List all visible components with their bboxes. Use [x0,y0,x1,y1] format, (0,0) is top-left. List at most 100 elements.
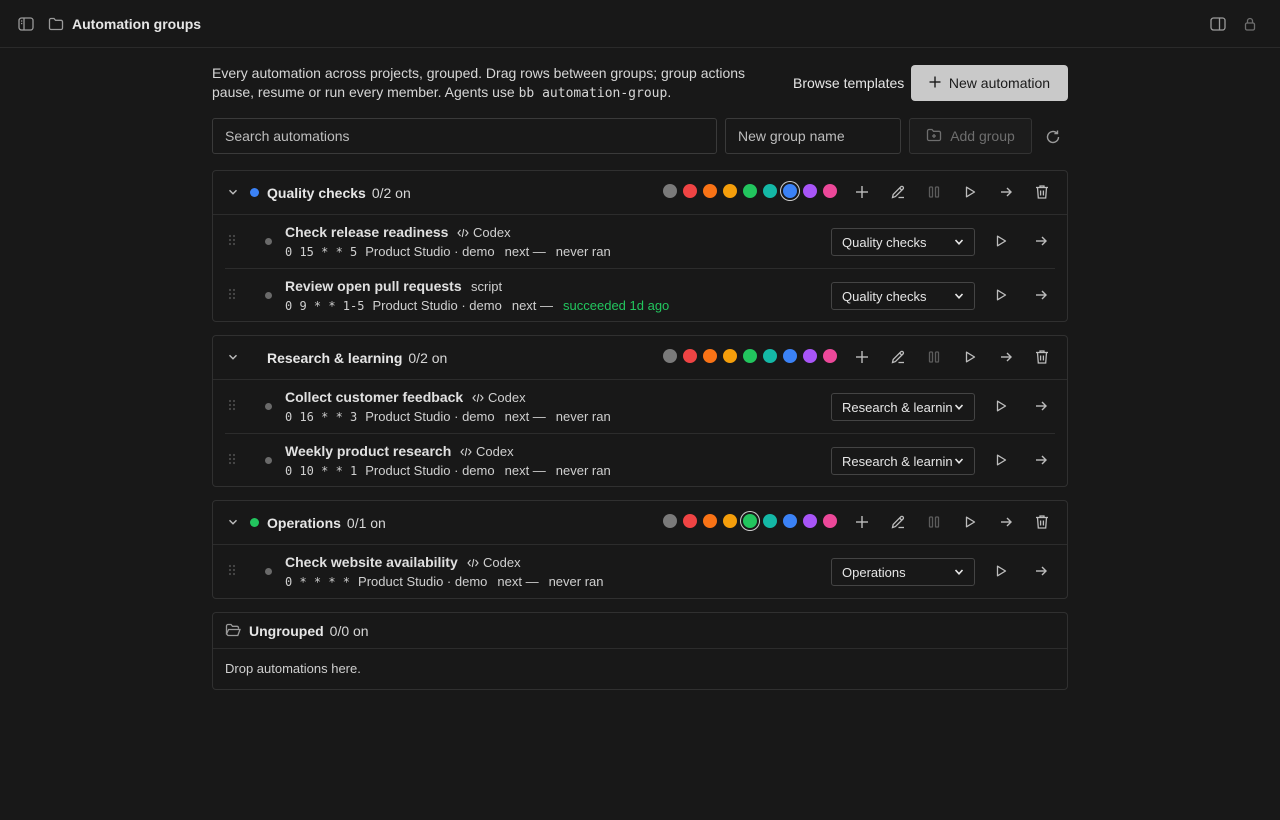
color-swatch[interactable] [803,184,817,198]
group-select[interactable]: Operations [831,558,975,586]
open-arrow-icon[interactable] [997,348,1015,366]
color-swatch[interactable] [703,514,717,528]
color-swatch[interactable] [823,514,837,528]
pause-icon[interactable] [925,183,943,201]
color-swatch[interactable] [743,514,757,528]
search-input[interactable] [212,118,717,154]
drag-handle-icon[interactable] [228,453,236,465]
automation-meta: 0 15 * * 5 Product Studio · demo next — nev… [285,244,611,259]
rename-icon[interactable] [889,513,907,531]
run-icon[interactable] [961,183,979,201]
automation-name[interactable]: Review open pull requests [285,278,462,294]
add-member-icon[interactable] [853,348,871,366]
sidebar-toggle-icon[interactable] [17,16,35,32]
color-swatch[interactable] [683,184,697,198]
color-swatch[interactable] [743,349,757,363]
chevron-down-icon[interactable] [227,186,239,198]
automation-name[interactable]: Collect customer feedback [285,389,463,405]
drag-handle-icon[interactable] [228,288,236,300]
new-group-name-input[interactable] [725,118,901,154]
drag-handle-icon[interactable] [228,399,236,411]
color-swatch[interactable] [763,184,777,198]
pause-icon[interactable] [925,348,943,366]
add-member-icon[interactable] [853,513,871,531]
drag-handle-icon[interactable] [228,234,236,246]
rename-icon[interactable] [889,183,907,201]
group-select[interactable]: Quality checks [831,228,975,256]
color-swatch[interactable] [663,349,677,363]
cron-schedule: 0 15 * * 5 [285,245,358,259]
group-select[interactable]: Research & learnin [831,393,975,421]
add-group-button[interactable]: Add group [909,118,1032,154]
refresh-icon[interactable] [1044,128,1062,146]
folder-icon [47,16,65,32]
ungrouped-drop-zone[interactable]: Drop automations here. [213,649,1067,689]
color-swatch[interactable] [723,184,737,198]
color-swatch[interactable] [683,349,697,363]
project-label: Product Studio · demo [365,463,495,478]
open-arrow-icon[interactable] [1033,452,1049,468]
color-swatch[interactable] [683,514,697,528]
delete-icon[interactable] [1033,513,1051,531]
color-swatch[interactable] [783,184,797,198]
color-swatch[interactable] [783,514,797,528]
color-swatch[interactable] [723,514,737,528]
rename-icon[interactable] [889,348,907,366]
color-swatch[interactable] [763,349,777,363]
run-icon[interactable] [993,233,1009,249]
color-swatch[interactable] [783,349,797,363]
chevron-down-icon[interactable] [227,516,239,528]
open-arrow-icon[interactable] [1033,233,1049,249]
last-run-status: never ran [555,244,611,259]
lock-icon[interactable] [1242,16,1258,32]
new-automation-button[interactable]: New automation [911,65,1068,101]
open-arrow-icon[interactable] [997,183,1015,201]
color-swatch[interactable] [663,514,677,528]
browse-templates-button[interactable]: Browse templates [793,75,904,91]
run-icon[interactable] [961,513,979,531]
add-member-icon[interactable] [853,183,871,201]
color-swatch[interactable] [703,349,717,363]
delete-icon[interactable] [1033,183,1051,201]
run-icon[interactable] [961,348,979,366]
color-swatch[interactable] [803,514,817,528]
color-swatch[interactable] [803,349,817,363]
run-icon[interactable] [993,398,1009,414]
color-swatch[interactable] [763,514,777,528]
delete-icon[interactable] [1033,348,1051,366]
open-arrow-icon[interactable] [1033,563,1049,579]
agent-tag: Codex [460,444,514,459]
color-swatch[interactable] [723,349,737,363]
intro-text: Every automation across projects, groupe… [212,65,746,101]
run-icon[interactable] [993,287,1009,303]
automation-row: Check release readiness Codex 0 15 * * 5 Pr… [225,215,1055,268]
next-run: next — [504,244,546,259]
open-arrow-icon[interactable] [1033,287,1049,303]
chevron-down-icon[interactable] [227,351,239,363]
group-select[interactable]: Quality checks [831,282,975,310]
automation-name[interactable]: Check release readiness [285,224,448,240]
color-swatch[interactable] [823,184,837,198]
color-swatch[interactable] [823,349,837,363]
color-swatch[interactable] [703,184,717,198]
color-swatch[interactable] [663,184,677,198]
open-arrow-icon[interactable] [1033,398,1049,414]
agent-tag: Codex [467,555,521,570]
color-swatch[interactable] [743,184,757,198]
pause-icon[interactable] [925,513,943,531]
group-select-value: Quality checks [842,288,927,304]
open-arrow-icon[interactable] [997,513,1015,531]
command-code: bb automation-group [518,86,668,101]
ungrouped-header: Ungrouped 0/0 on [213,613,1067,649]
run-icon[interactable] [993,452,1009,468]
run-icon[interactable] [993,563,1009,579]
panel-toggle-icon[interactable] [1209,16,1227,32]
status-dot [265,457,272,464]
group-actions [853,513,1051,531]
group-header: Quality checks 0/2 on [213,171,1067,215]
chevron-down-icon [954,292,964,300]
drag-handle-icon[interactable] [228,564,236,576]
automation-name[interactable]: Check website availability [285,554,458,570]
automation-name[interactable]: Weekly product research [285,443,451,459]
group-select[interactable]: Research & learnin [831,447,975,475]
